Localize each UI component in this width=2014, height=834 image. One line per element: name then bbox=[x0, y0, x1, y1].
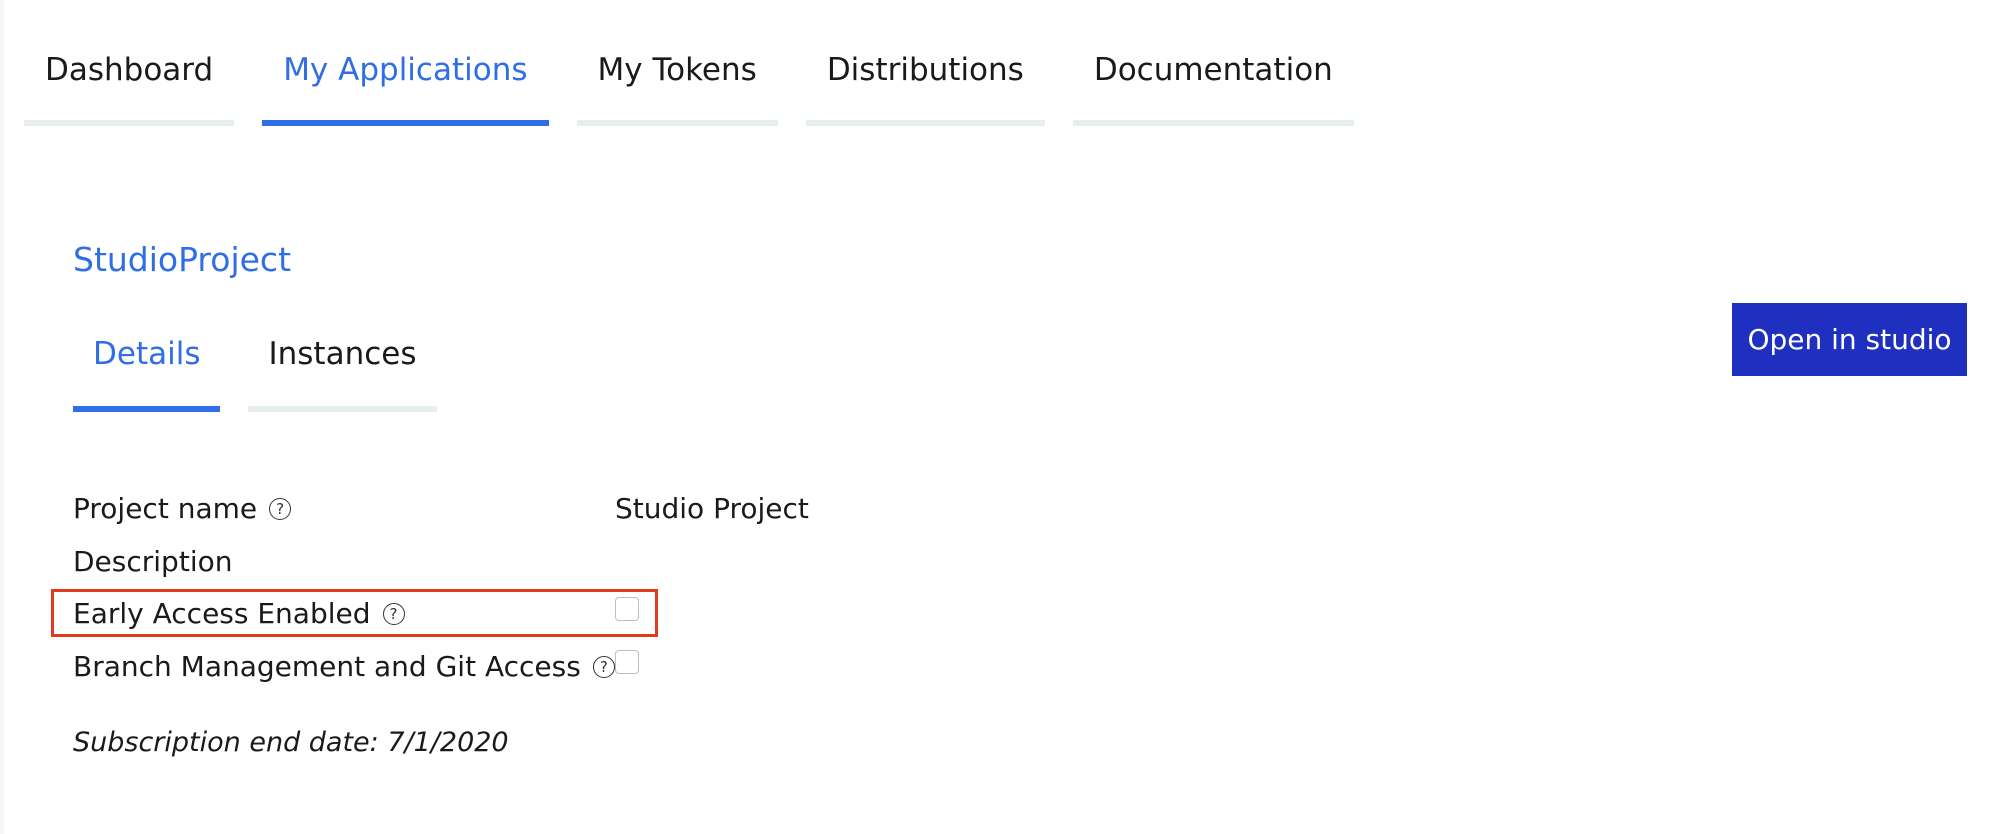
help-icon[interactable]: ? bbox=[269, 497, 292, 520]
early-access-checkbox[interactable] bbox=[615, 597, 639, 621]
open-in-studio-button[interactable]: Open in studio bbox=[1732, 303, 1967, 376]
project-name-label: Project name bbox=[73, 492, 258, 525]
detail-row-branch-management: Branch Management and Git Access ? bbox=[73, 650, 873, 694]
description-label: Description bbox=[73, 545, 233, 578]
detail-row-early-access: Early Access Enabled ? bbox=[73, 597, 873, 641]
page-left-edge bbox=[0, 0, 4, 834]
detail-row-description: Description bbox=[73, 545, 873, 589]
tab-details[interactable]: Details bbox=[73, 320, 221, 412]
nav-tab-my-tokens[interactable]: My Tokens bbox=[576, 36, 778, 126]
detail-row-project-name: Project name ? Studio Project bbox=[73, 492, 873, 536]
branch-management-label-group: Branch Management and Git Access ? bbox=[73, 650, 615, 683]
nav-tab-distributions[interactable]: Distributions bbox=[805, 36, 1045, 126]
top-nav: Dashboard My Applications My Tokens Dist… bbox=[24, 36, 1354, 126]
tab-instances[interactable]: Instances bbox=[248, 320, 437, 412]
subscription-end-date: Subscription end date: 7/1/2020 bbox=[73, 727, 509, 758]
nav-tab-dashboard[interactable]: Dashboard bbox=[24, 36, 235, 126]
nav-tab-documentation[interactable]: Documentation bbox=[1072, 36, 1354, 126]
help-icon[interactable]: ? bbox=[382, 602, 405, 625]
help-icon[interactable]: ? bbox=[592, 655, 615, 678]
branch-management-checkbox[interactable] bbox=[615, 650, 639, 674]
nav-tab-my-applications[interactable]: My Applications bbox=[262, 36, 549, 126]
project-sub-tabs: Details Instances bbox=[73, 320, 437, 412]
description-label-group: Description bbox=[73, 545, 232, 578]
early-access-label: Early Access Enabled bbox=[73, 597, 371, 630]
project-name-label-group: Project name ? bbox=[73, 492, 292, 525]
early-access-label-group: Early Access Enabled ? bbox=[73, 597, 405, 630]
branch-management-label: Branch Management and Git Access bbox=[73, 650, 581, 683]
project-title-link[interactable]: StudioProject bbox=[73, 240, 291, 279]
project-name-value: Studio Project bbox=[615, 492, 809, 525]
